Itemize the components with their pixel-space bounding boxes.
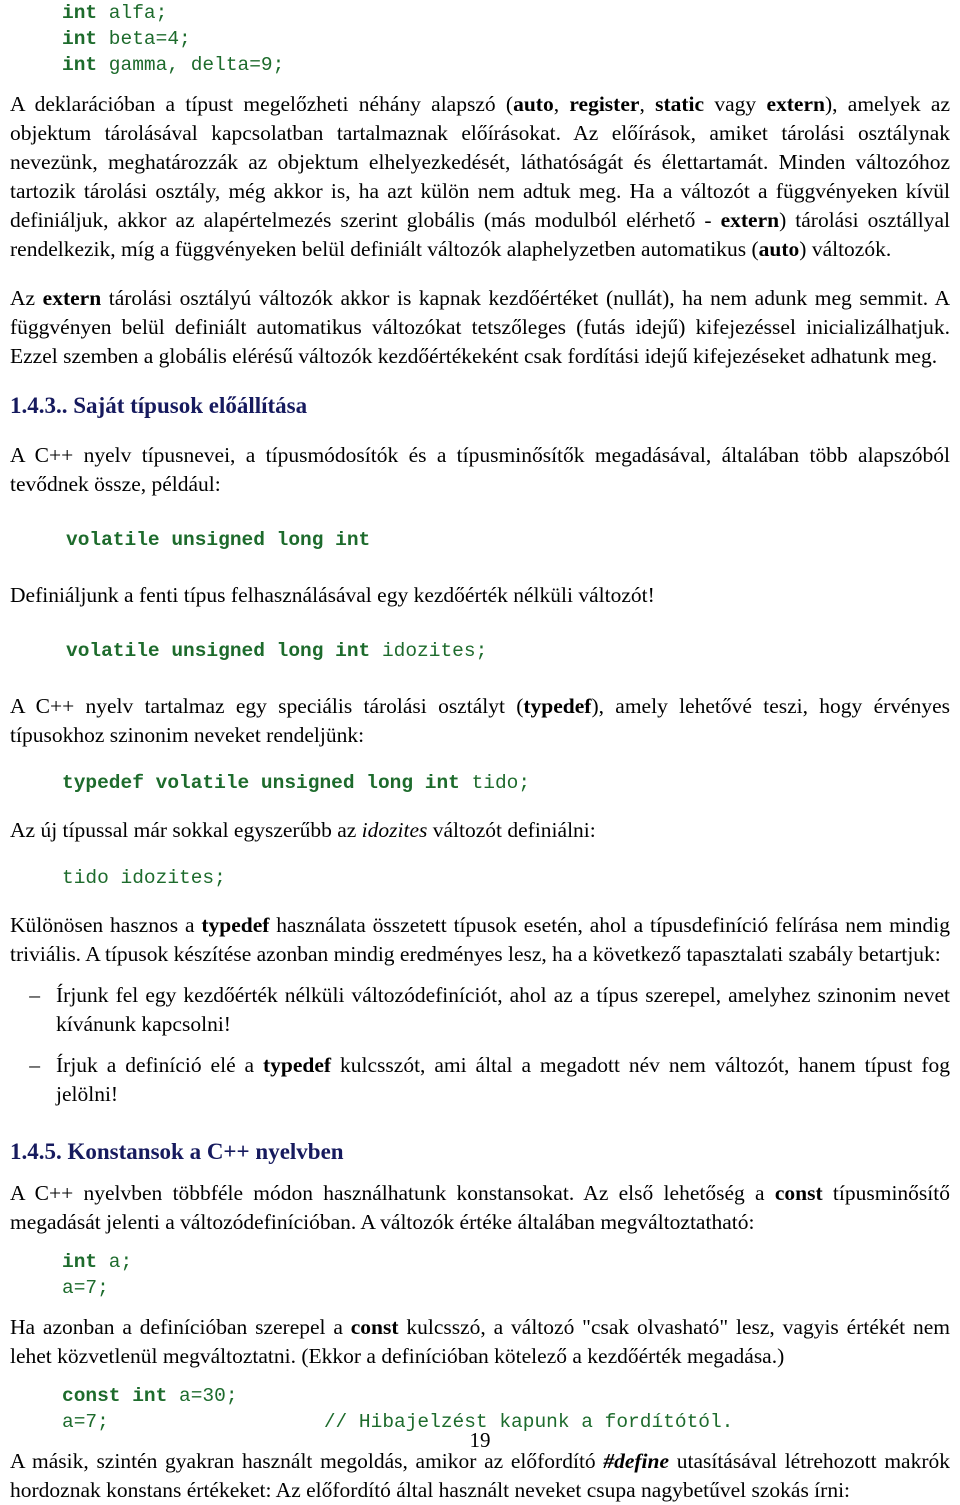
italic-idozites: idozites: [361, 818, 428, 842]
code-block-volatile-type: volatile unsigned long int: [10, 527, 950, 553]
code-keyword-sequence: volatile unsigned long int: [66, 529, 371, 551]
code-block-declarations: int alfa;: [10, 0, 950, 26]
paragraph-typedef-usefulness: Különösen hasznos a typedef használata ö…: [10, 911, 950, 969]
keyword-typedef: typedef: [263, 1053, 332, 1077]
code-keyword-sequence: typedef volatile unsigned long int: [62, 772, 460, 794]
list-item-text: Írjuk a definíció elé a typedef kulcsszó…: [56, 1051, 950, 1109]
keyword-const: const: [350, 1315, 399, 1339]
page-number: 19: [469, 1428, 491, 1452]
keyword-const: const: [774, 1181, 823, 1205]
section-heading-1-4-5: 1.4.5. Konstansok a C++ nyelvben: [10, 1139, 344, 1164]
paragraph-storage-classes: A deklarációban a típust megelőzheti néh…: [10, 90, 950, 264]
code-keyword-int: int: [62, 2, 98, 24]
keyword-extern: extern: [766, 92, 825, 116]
document-page: int alfa; int beta=4; int gamma, delta=9…: [0, 0, 960, 1502]
code-block-int-a: int a;: [10, 1249, 950, 1275]
keyword-static: static: [655, 92, 705, 116]
paragraph-define-variable: Definiáljunk a fenti típus felhasználásá…: [10, 583, 655, 607]
list-bullet-dash: –: [29, 1053, 40, 1077]
code-block-declarations-line3: int gamma, delta=9;: [10, 52, 950, 78]
code-keyword-const-int: const int: [62, 1385, 168, 1407]
code-text: alfa;: [97, 2, 168, 24]
para-text: ,: [553, 92, 570, 116]
code-text: a=30;: [167, 1385, 238, 1407]
paragraph-typedef-intro: A C++ nyelv tartalmaz egy speciális táro…: [10, 692, 950, 750]
code-block-typedef-tido: typedef volatile unsigned long int tido;: [10, 770, 950, 796]
paragraph-constants-intro: A C++ nyelvben többféle módon használhat…: [10, 1179, 950, 1237]
code-text: gamma, delta=9;: [97, 54, 285, 76]
paragraph-new-type-usage: Az új típussal már sokkal egyszerűbb az …: [10, 816, 950, 845]
code-text: a;: [97, 1251, 133, 1273]
para-text: vagy: [704, 92, 767, 116]
paragraph-const-readonly: Ha azonban a definícióban szerepel a con…: [10, 1313, 950, 1371]
list-text-pre: Írjunk fel egy kezdőérték nélküli változ…: [56, 983, 950, 1036]
paragraph-define-macros: A másik, szintén gyakran használt megold…: [10, 1447, 950, 1505]
code-block-idozites-declaration: volatile unsigned long int idozites;: [10, 638, 950, 664]
code-identifier: tido;: [459, 772, 531, 794]
para-text: A C++ nyelvben többféle módon használhat…: [10, 1181, 775, 1205]
code-block-const-int-a: const int a=30;: [10, 1383, 950, 1409]
paragraph-type-names: A C++ nyelv típusnevei, a típusmódosítók…: [10, 443, 950, 496]
para-text: Ha azonban a definícióban szerepel a: [10, 1315, 351, 1339]
list-item: – Írjunk fel egy kezdőérték nélküli vált…: [10, 981, 950, 1039]
para-text: A C++ nyelv tartalmaz egy speciális táro…: [10, 694, 524, 718]
code-block-tido-idozites: tido idozites;: [10, 865, 950, 891]
keyword-auto: auto: [758, 237, 800, 261]
code-block-assign-a: a=7;: [10, 1275, 950, 1301]
code-text: tido idozites;: [62, 867, 226, 889]
para-text: A deklarációban a típust megelőzheti néh…: [10, 92, 514, 116]
keyword-typedef: typedef: [523, 694, 592, 718]
code-block-declarations-line2: int beta=4;: [10, 26, 950, 52]
keyword-register: register: [569, 92, 640, 116]
para-text: Az: [10, 286, 43, 310]
paragraph-extern-init: Az extern tárolási osztályú változók akk…: [10, 284, 950, 371]
keyword-typedef: typedef: [201, 913, 270, 937]
code-keyword-sequence: volatile unsigned long int: [66, 640, 371, 662]
list-item: – Írjuk a definíció elé a typedef kulcss…: [10, 1051, 950, 1109]
rules-list: – Írjunk fel egy kezdőérték nélküli vált…: [10, 981, 950, 1109]
keyword-extern: extern: [42, 286, 102, 310]
para-text: változót definiálni:: [427, 818, 596, 842]
para-text: Az új típussal már sokkal egyszerűbb az: [10, 818, 362, 842]
code-keyword-int: int: [62, 1251, 98, 1273]
para-text: ,: [639, 92, 656, 116]
code-keyword-int: int: [62, 54, 98, 76]
keyword-auto: auto: [513, 92, 554, 116]
para-text: ) változók.: [799, 237, 892, 261]
code-text: beta=4;: [97, 28, 191, 50]
code-text: a=7;: [62, 1277, 109, 1299]
list-bullet-dash: –: [29, 983, 40, 1007]
list-text-pre: Írjuk a definíció elé a: [56, 1053, 264, 1077]
code-keyword-int: int: [62, 28, 98, 50]
para-text: Különösen hasznos a: [10, 913, 202, 937]
para-text: tárolási osztályú változók akkor is kapn…: [10, 286, 950, 368]
list-item-text: Írjunk fel egy kezdőérték nélküli változ…: [56, 981, 950, 1039]
keyword-extern: extern: [720, 208, 780, 232]
section-heading-1-4-3: 1.4.3.. Saját típusok előállítása: [10, 393, 308, 418]
code-identifier: idozites;: [370, 640, 488, 662]
